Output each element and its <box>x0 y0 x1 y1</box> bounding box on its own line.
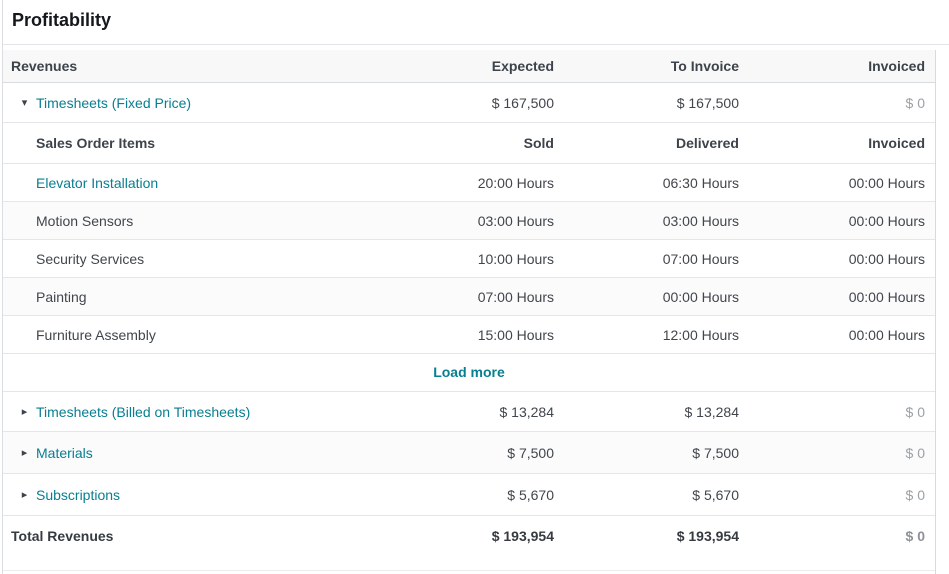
sold-value: 03:00 Hours <box>394 213 554 229</box>
column-header-to-invoice: To Invoice <box>554 58 739 74</box>
delivered-value: 00:00 Hours <box>554 289 739 305</box>
invoiced-value: 00:00 Hours <box>739 213 925 229</box>
to-invoice-value: $ 5,670 <box>554 487 739 503</box>
subheader-invoiced: Invoiced <box>739 135 925 151</box>
to-invoice-value: $ 7,500 <box>554 445 739 461</box>
expected-value: $ 5,670 <box>394 487 554 503</box>
sale-item-name: Motion Sensors <box>3 213 394 229</box>
delivered-value: 06:30 Hours <box>554 175 739 191</box>
load-more-row: Load more <box>3 354 935 392</box>
subheader-delivered: Delivered <box>554 135 739 151</box>
column-header-revenues: Revenues <box>3 58 394 74</box>
invoiced-value: $ 0 <box>739 445 925 461</box>
column-header-invoiced: Invoiced <box>739 58 925 74</box>
profitability-panel: Profitability Revenues Expected To Invoi… <box>0 0 949 574</box>
sale-item-name: Furniture Assembly <box>3 327 394 343</box>
left-divider <box>2 0 3 574</box>
invoiced-value: $ 0 <box>739 487 925 503</box>
invoiced-value: 00:00 Hours <box>739 327 925 343</box>
sale-item-row: Motion Sensors 03:00 Hours 03:00 Hours 0… <box>3 202 935 240</box>
sale-item-row: Elevator Installation 20:00 Hours 06:30 … <box>3 164 935 202</box>
load-more-link[interactable]: Load more <box>433 364 505 380</box>
sold-value: 07:00 Hours <box>394 289 554 305</box>
expected-value: $ 167,500 <box>394 95 554 111</box>
delivered-value: 07:00 Hours <box>554 251 739 267</box>
sale-item-row: Painting 07:00 Hours 00:00 Hours 00:00 H… <box>3 278 935 316</box>
subheader-sales-order-items: Sales Order Items <box>3 135 394 151</box>
table-header-row: Revenues Expected To Invoice Invoiced <box>3 50 935 83</box>
caret-down-icon[interactable]: ▾ <box>20 96 29 109</box>
to-invoice-value: $ 167,500 <box>554 95 739 111</box>
row-materials: ▸ Materials $ 7,500 $ 7,500 $ 0 <box>3 432 935 474</box>
revenue-sections-group: ▸ Timesheets (Billed on Timesheets) $ 13… <box>3 392 935 516</box>
sale-items-group: Elevator Installation 20:00 Hours 06:30 … <box>3 164 935 354</box>
row-timesheets-fixed-price: ▾ Timesheets (Fixed Price) $ 167,500 $ 1… <box>3 83 935 123</box>
sale-item-name[interactable]: Elevator Installation <box>3 175 394 191</box>
sale-item-row: Security Services 10:00 Hours 07:00 Hour… <box>3 240 935 278</box>
materials-link[interactable]: Materials <box>36 445 93 461</box>
to-invoice-value: $ 13,284 <box>554 404 739 420</box>
expected-value: $ 7,500 <box>394 445 554 461</box>
row-subscriptions: ▸ Subscriptions $ 5,670 $ 5,670 $ 0 <box>3 474 935 516</box>
caret-right-icon[interactable]: ▸ <box>20 446 29 459</box>
total-revenues-label: Total Revenues <box>3 528 394 544</box>
subheader-sold: Sold <box>394 135 554 151</box>
sold-value: 10:00 Hours <box>394 251 554 267</box>
panel-header: Profitability <box>3 0 949 45</box>
invoiced-value: 00:00 Hours <box>739 251 925 267</box>
subscriptions-link[interactable]: Subscriptions <box>36 487 120 503</box>
expected-value: $ 13,284 <box>394 404 554 420</box>
invoiced-value: $ 0 <box>739 404 925 420</box>
total-invoiced-value: $ 0 <box>739 528 925 544</box>
panel-title: Profitability <box>12 10 111 30</box>
sold-value: 15:00 Hours <box>394 327 554 343</box>
sale-item-name: Security Services <box>3 251 394 267</box>
total-expected-value: $ 193,954 <box>394 528 554 544</box>
sales-order-items-header-row: Sales Order Items Sold Delivered Invoice… <box>3 123 935 164</box>
invoiced-value: $ 0 <box>739 95 925 111</box>
timesheets-fixed-price-link[interactable]: Timesheets (Fixed Price) <box>36 95 191 111</box>
invoiced-value: 00:00 Hours <box>739 289 925 305</box>
delivered-value: 03:00 Hours <box>554 213 739 229</box>
right-divider <box>935 50 936 574</box>
timesheets-billed-link[interactable]: Timesheets (Billed on Timesheets) <box>36 404 250 420</box>
caret-right-icon[interactable]: ▸ <box>20 405 29 418</box>
delivered-value: 12:00 Hours <box>554 327 739 343</box>
sold-value: 20:00 Hours <box>394 175 554 191</box>
invoiced-value: 00:00 Hours <box>739 175 925 191</box>
total-to-invoice-value: $ 193,954 <box>554 528 739 544</box>
bottom-divider <box>3 570 935 571</box>
column-header-expected: Expected <box>394 58 554 74</box>
total-revenues-row: Total Revenues $ 193,954 $ 193,954 $ 0 <box>3 516 935 556</box>
caret-right-icon[interactable]: ▸ <box>20 488 29 501</box>
row-timesheets-billed: ▸ Timesheets (Billed on Timesheets) $ 13… <box>3 392 935 432</box>
sale-item-row: Furniture Assembly 15:00 Hours 12:00 Hou… <box>3 316 935 354</box>
profitability-table: Revenues Expected To Invoice Invoiced ▾ … <box>3 50 935 556</box>
sale-item-name: Painting <box>3 289 394 305</box>
